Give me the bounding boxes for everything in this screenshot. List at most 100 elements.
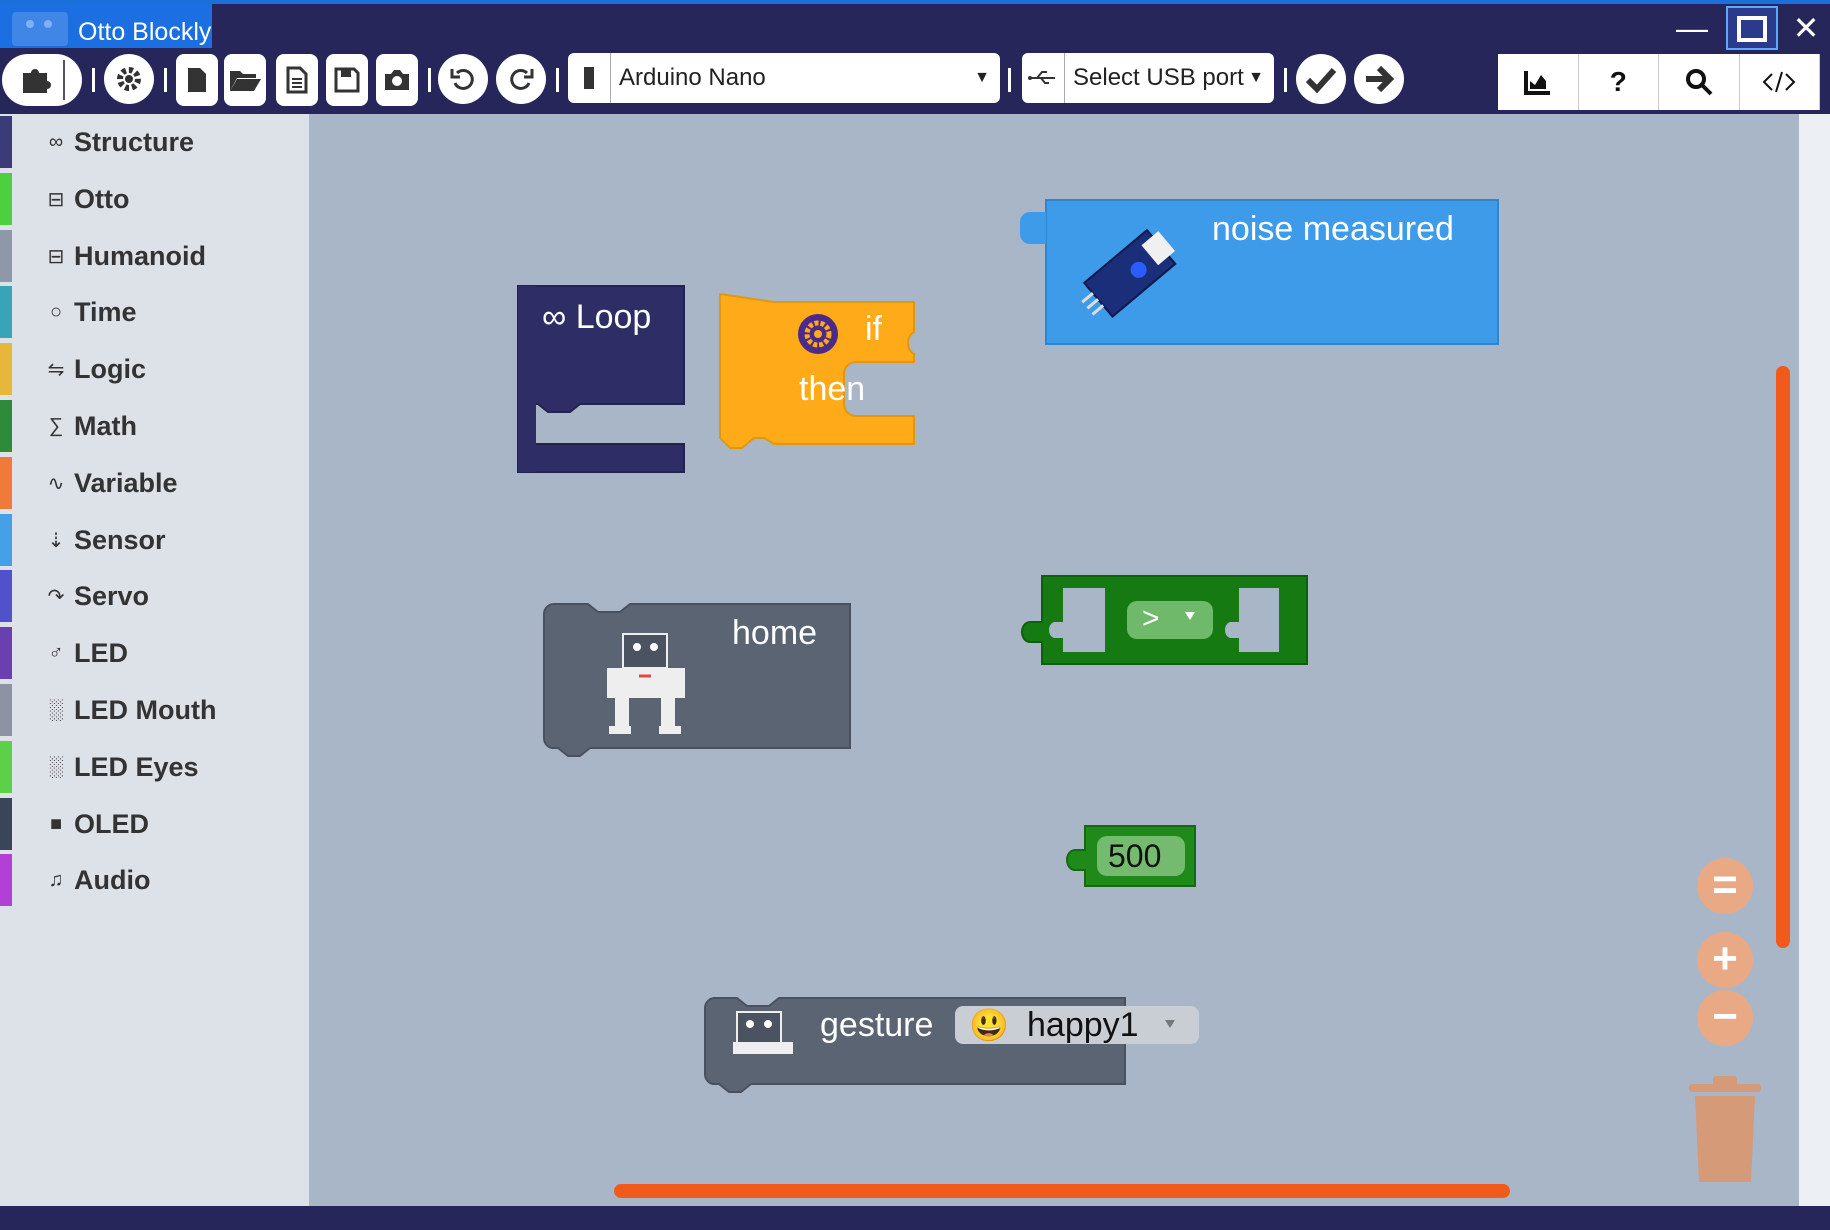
sidebar-item-label: Humanoid [74,240,206,271]
sidebar-item-label: Servo [74,580,150,611]
board-select-value: Arduino Nano [619,64,766,91]
category-icon: ■ [49,812,63,835]
category-icon: ░ [48,755,64,778]
sidebar-item-label: OLED [74,808,150,839]
search-button[interactable] [1659,54,1740,110]
category-color-bar [0,514,12,566]
redo-icon [510,68,534,90]
usb-port-select-value: Select USB port [1073,64,1244,91]
sidebar-item-label: Audio [74,864,151,895]
sidebar-item-logic[interactable]: ⇋ Logic [0,343,309,395]
blockly-workspace[interactable]: ∞ Loop if then noise measured > home 500… [309,114,1799,1206]
loop-label: ∞ Loop [542,298,651,337]
category-color-bar [0,286,12,338]
puzzle-icon [23,69,51,93]
number-value[interactable]: 500 [1108,838,1161,875]
category-icon: ↷ [47,585,65,608]
gesture-value[interactable]: happy1 [1027,1006,1139,1045]
category-sidebar: ∞ Structure ⊟ Otto ⊟ Humanoid ○ Time ⇋ Logic ∑ Math… [0,114,309,1206]
zoom-out-button[interactable]: − [1697,990,1753,1046]
settings-button[interactable] [104,54,154,104]
category-color-bar [0,854,12,906]
category-color-bar [0,798,12,850]
new-file-icon [188,68,206,92]
usb-port-select[interactable]: Select USB port ▼ [1022,53,1274,103]
window-bottom-edge [0,1206,1830,1230]
category-color-bar [0,741,12,793]
close-icon: ✕ [1792,10,1820,46]
zoom-in-button[interactable]: + [1697,932,1753,988]
app-title-chip: Otto Blockly [0,4,212,48]
minus-icon: − [1712,992,1738,1041]
screenshot-button[interactable] [376,54,418,106]
infinity-icon: ∞ [542,298,567,336]
code-icon [1762,71,1796,93]
category-color-bar [0,116,12,168]
save-button[interactable] [326,54,368,106]
sidebar-item-audio[interactable]: ♫ Audio [0,854,309,906]
app-title: Otto Blockly [78,18,212,46]
sidebar-item-led-mouth[interactable]: ░ LED Mouth [0,684,309,736]
verify-button[interactable] [1296,54,1346,104]
sidebar-item-label: LED Eyes [74,751,199,782]
minimize-button[interactable]: — [1666,6,1718,50]
sidebar-item-label: Variable [74,467,178,498]
category-color-bar [0,230,12,282]
compare-block[interactable] [1021,575,1308,665]
trash-icon[interactable] [1687,1074,1763,1186]
blocks-toggle-button[interactable] [2,54,82,106]
sidebar-item-structure[interactable]: ∞ Structure [0,116,309,168]
category-icon: ○ [49,300,63,323]
noise-label: noise measured [1212,210,1454,248]
maximize-button[interactable] [1726,6,1778,50]
sidebar-item-label: Logic [74,353,146,384]
sidebar-item-sensor[interactable]: ⇣ Sensor [0,514,309,566]
sidebar-item-label: LED [74,637,128,668]
if-label: if [865,310,882,348]
sidebar-item-time[interactable]: ○ Time [0,286,309,338]
sidebar-item-servo[interactable]: ↷ Servo [0,570,309,622]
gesture-label: gesture [820,1006,934,1044]
serial-plotter-button[interactable] [1498,54,1579,110]
toolbar-separator [556,68,559,92]
sidebar-item-math[interactable]: ∑ Math [0,400,309,452]
zoom-reset-button[interactable]: = [1697,858,1753,914]
question-icon: ? [1609,66,1627,97]
chart-icon [1523,71,1550,95]
open-file-button[interactable] [224,54,266,106]
sidebar-item-led[interactable]: ♂ LED [0,627,309,679]
sidebar-item-otto[interactable]: ⊟ Otto [0,173,309,225]
help-button[interactable]: ? [1579,54,1659,110]
board-select[interactable]: Arduino Nano ▼ [568,53,1000,103]
sidebar-item-variable[interactable]: ∿ Variable [0,457,309,509]
sidebar-item-label: Structure [74,126,195,157]
minimize-icon: — [1676,10,1708,46]
then-label: then [799,370,866,408]
document-button[interactable] [276,54,318,106]
sidebar-item-humanoid[interactable]: ⊟ Humanoid [0,230,309,282]
usb-icon [1028,71,1055,84]
category-icon: ∿ [47,472,65,495]
category-icon: ♂ [48,641,64,664]
toolbar: Arduino Nano ▼ Select USB port ▼ ? [0,50,1830,114]
right-toolbar-group: ? [1498,54,1820,110]
equals-icon: = [1712,860,1738,909]
upload-button[interactable] [1354,54,1404,104]
horizontal-scrollbar[interactable] [614,1184,1510,1198]
category-color-bar [0,343,12,395]
close-button[interactable]: ✕ [1780,6,1830,50]
gesture-emoji-icon: 😃 [969,1007,1009,1043]
sidebar-item-oled[interactable]: ■ OLED [0,798,309,850]
code-view-button[interactable] [1740,54,1820,110]
sidebar-item-led-eyes[interactable]: ░ LED Eyes [0,741,309,793]
vertical-scrollbar[interactable] [1776,366,1790,948]
undo-button[interactable] [438,54,488,104]
compare-operator[interactable]: > [1142,602,1160,636]
undo-icon [450,68,474,90]
sidebar-item-label: Sensor [74,524,166,555]
loop-label-text: Loop [575,298,652,336]
redo-button[interactable] [496,54,546,104]
category-color-bar [0,570,12,622]
category-color-bar [0,627,12,679]
new-file-button[interactable] [176,54,218,106]
